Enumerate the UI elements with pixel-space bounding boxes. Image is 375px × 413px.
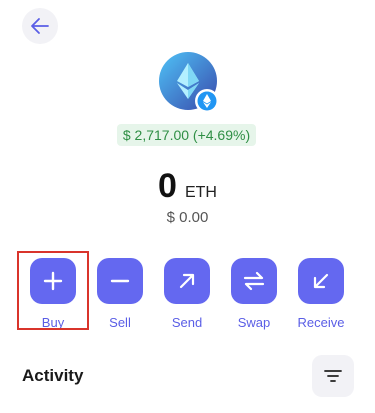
sell-label: Sell xyxy=(109,315,131,330)
price-change-badge: $ 2,717.00 (+4.69%) xyxy=(117,124,256,146)
fiat-value: $ 0.00 xyxy=(166,209,209,226)
send-label: Send xyxy=(171,315,203,330)
token-detail-screen: $ 2,717.00 (+4.69%) 0 ETH $ 0.00 Buy Sel… xyxy=(0,0,375,413)
token-balance: 0 ETH xyxy=(0,166,375,206)
receive-icon-button[interactable] xyxy=(298,258,344,304)
balance-amount: 0 xyxy=(158,167,177,205)
activity-heading: Activity xyxy=(22,366,84,385)
buy-highlight-box xyxy=(17,251,89,330)
arrow-down-left-icon xyxy=(313,273,329,289)
filter-button[interactable] xyxy=(312,355,354,397)
swap-arrows-icon xyxy=(243,271,265,291)
minus-icon xyxy=(110,279,130,283)
filter-icon xyxy=(324,370,342,382)
sell-button[interactable]: Sell xyxy=(90,258,150,336)
receive-label: Receive xyxy=(297,315,345,330)
sell-icon-button[interactable] xyxy=(97,258,143,304)
arrow-left-icon xyxy=(31,18,49,34)
swap-icon-button[interactable] xyxy=(231,258,277,304)
send-button[interactable]: Send xyxy=(157,258,217,336)
swap-label: Swap xyxy=(237,315,271,330)
arrow-up-right-icon xyxy=(179,273,195,289)
swap-button[interactable]: Swap xyxy=(224,258,284,336)
send-icon-button[interactable] xyxy=(164,258,210,304)
back-button[interactable] xyxy=(22,8,58,44)
network-badge-icon xyxy=(195,89,219,113)
balance-symbol: ETH xyxy=(184,184,217,201)
receive-button[interactable]: Receive xyxy=(291,258,351,336)
